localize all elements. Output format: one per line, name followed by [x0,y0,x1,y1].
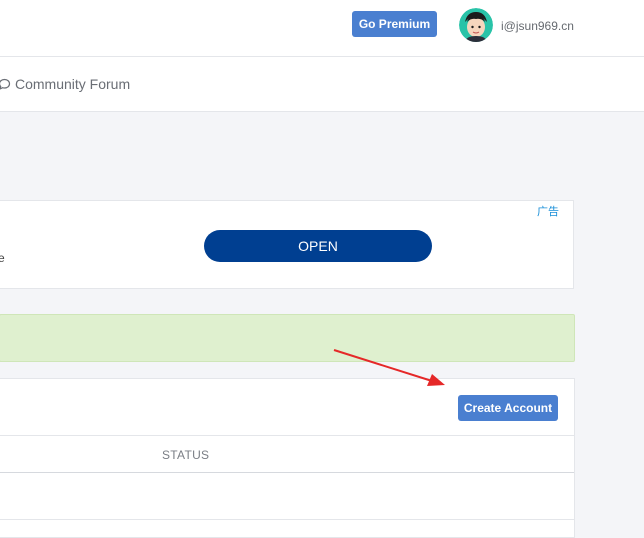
nav-bar: Community Forum [0,57,644,112]
create-account-button[interactable]: Create Account [458,395,558,421]
nav-community-forum-label: Community Forum [15,76,131,92]
ad-text-fragment: e [0,251,5,265]
top-header: Go Premium i@jsun969.cn [0,0,644,57]
go-premium-button[interactable]: Go Premium [352,11,437,37]
user-email[interactable]: i@jsun969.cn [501,19,574,33]
table-row-divider [0,519,574,520]
success-alert [0,314,575,362]
ad-label: 广告 [537,206,559,218]
advertisement-box[interactable]: 广告 e OPEN [0,200,574,289]
accounts-panel: Create Account STATUS [0,378,575,538]
ad-open-button[interactable]: OPEN [204,230,432,262]
table-header: STATUS [0,435,574,473]
column-header-status: STATUS [162,448,210,462]
nav-community-forum[interactable]: Community Forum [0,76,130,92]
avatar-icon[interactable] [459,8,493,42]
chat-bubble-icon [0,78,11,90]
